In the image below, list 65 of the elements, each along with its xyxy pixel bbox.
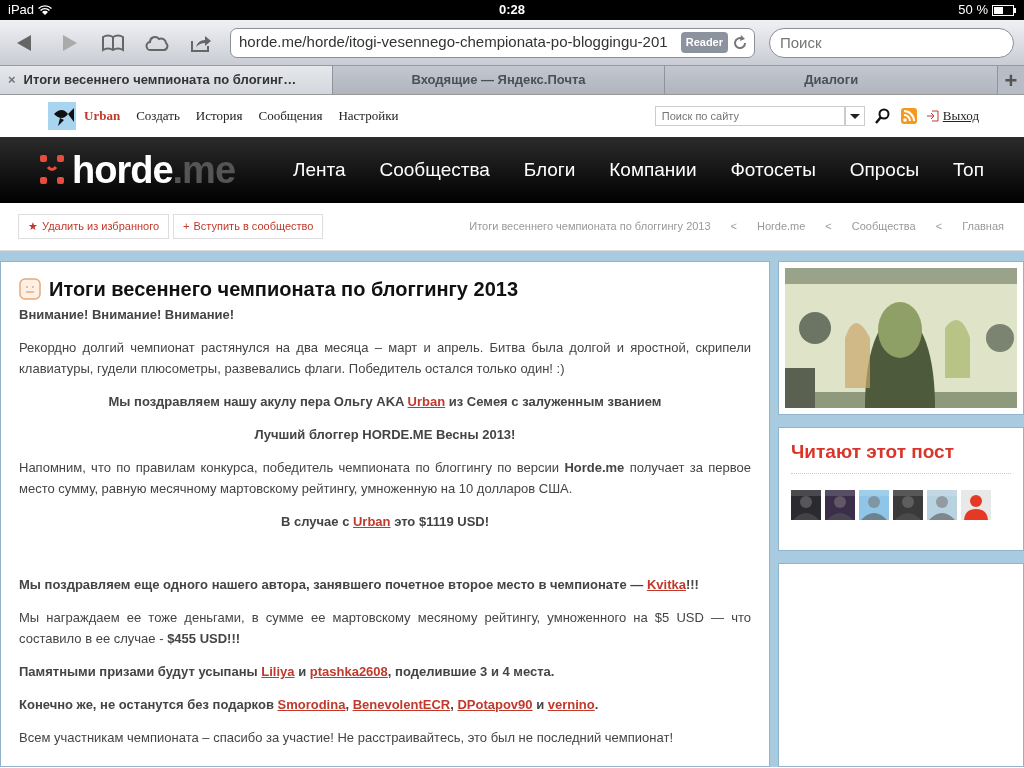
action-button[interactable]: + Вступить в сообщество xyxy=(173,214,324,239)
post-title: Итоги весеннего чемпионата по блоггингу 2013 xyxy=(49,278,518,300)
url-text: horde.me/horde/itogi-vesennego-chempionata-po-bloggingu-201 xyxy=(239,32,669,53)
breadcrumb-link[interactable]: Horde.me xyxy=(757,218,806,235)
menu-link[interactable]: Настройки xyxy=(338,106,399,126)
reader-button[interactable]: Reader xyxy=(680,32,728,53)
nav-link[interactable]: Блоги xyxy=(523,155,576,185)
paragraph: Всем участникам чемпионата – спасибо за участие! Не расстраивайтесь, это был не последний чемпионат! xyxy=(19,729,674,747)
user-link[interactable]: ptashka2608 xyxy=(309,664,388,679)
breadcrumb-link[interactable]: Итоги весеннего чемпионата по блоггингу 2013 xyxy=(469,218,711,235)
nav-link[interactable]: Топ xyxy=(952,155,984,185)
breadcrumb-separator: < xyxy=(935,219,943,235)
action-button[interactable]: ★ Удалить из избранного xyxy=(18,214,170,239)
user-link[interactable]: DPotapov90 xyxy=(457,697,533,712)
site-logo[interactable]: horde.me xyxy=(72,141,236,199)
readers-heading: Читают этот пост xyxy=(791,438,1011,474)
device-name: iPad xyxy=(8,1,35,20)
breadcrumb-separator: < xyxy=(825,219,832,235)
menu-link[interactable]: Создать xyxy=(136,106,180,126)
reload-icon[interactable] xyxy=(732,34,748,51)
paragraph: Мы поздравляем нашу акулу пера Ольгу AKA Urban из Семея с залуженным званием xyxy=(107,393,663,411)
paragraph: Памятными призами будут усыпаны Liliya и ptashka2608, поделившие 3 и 4 места. xyxy=(19,663,556,681)
clock: 0:28 xyxy=(498,1,526,20)
dropdown-icon[interactable] xyxy=(844,106,865,126)
nav-link[interactable]: Лента xyxy=(293,155,346,185)
paragraph: Конечно же, не останутся без подарков Smorodina, BenevolentECR, DPotapov90 и vernino. xyxy=(19,696,600,714)
paragraph: Внимание! Внимание! Внимание! xyxy=(19,306,236,324)
new-tab-button[interactable]: + xyxy=(998,62,1024,98)
paragraph: Мы награждаем ее тоже деньгами, в сумме ее мартовскому месяному рейтингу, умноженного на $5 USD — что составило в ее случае - $455 USD!!! xyxy=(19,609,751,648)
logout-link[interactable]: Выход xyxy=(942,106,979,126)
bookmarks-icon[interactable] xyxy=(101,32,125,53)
avatar-silhouette-icon[interactable] xyxy=(961,489,991,520)
breadcrumb-link[interactable]: Главная xyxy=(962,218,1004,235)
nav-link[interactable]: Компании xyxy=(609,155,697,185)
logout-icon[interactable] xyxy=(926,110,939,122)
logo-icon xyxy=(40,155,64,185)
paragraph: Мы поздравляем еще одного нашего автора, занявшего почетное второе место в чемпионате — Kvitka!!! xyxy=(19,576,700,594)
paragraph: В случае с Urban это $1119 USD! xyxy=(279,513,491,531)
search-icon[interactable] xyxy=(874,108,891,124)
user-link[interactable]: vernino xyxy=(547,697,595,712)
battery-percentage: 50 % xyxy=(958,1,988,20)
site-search-field[interactable]: Поиск по сайту xyxy=(654,106,845,126)
wifi-icon xyxy=(38,4,53,16)
user-link[interactable]: Liliya xyxy=(261,664,295,679)
nav-link[interactable]: Сообщества xyxy=(379,155,490,185)
search-field[interactable]: Поиск xyxy=(769,27,1014,58)
user-link[interactable]: Kvitka xyxy=(646,577,686,592)
menu-link[interactable]: История xyxy=(195,106,243,126)
battery-icon xyxy=(992,4,1016,16)
user-link[interactable]: Smorodina xyxy=(277,697,346,712)
menu-link[interactable]: Сообщения xyxy=(258,106,323,126)
paragraph: Лучший блоггер HORDE.ME Весны 2013! xyxy=(253,426,517,444)
close-button[interactable]: × xyxy=(8,70,16,90)
breadcrumb-separator: < xyxy=(730,219,738,235)
user-link[interactable]: Urban xyxy=(353,514,391,529)
smiley-icon xyxy=(19,278,41,300)
username-link[interactable]: Urban xyxy=(84,106,121,126)
fish-avatar-icon[interactable] xyxy=(48,102,76,130)
user-link[interactable]: Urban xyxy=(407,394,446,409)
paragraph: Напомним, что по правилам конкурса, победитель чемпионата по блоггингу по версии Horde.me получает за первое место сумму, равную месячному мартовскому рейтингу, умноженную на 10 долларов США. xyxy=(19,459,751,498)
tab-label[interactable]: Итоги весеннего чемпионата по блогинг… xyxy=(23,70,297,90)
nav-link[interactable]: Фотосеты xyxy=(730,155,816,185)
nav-link[interactable]: Опросы xyxy=(849,155,920,185)
breadcrumb-link[interactable]: Сообщества xyxy=(851,218,916,235)
paragraph: Рекордно долгий чемпионат растянулся на два месяца – март и апрель. Битва была долгой и яростной, скрипели клавиатуры, гудели плюсометры, развевались флаги. Победитель остался только один! :) xyxy=(19,339,751,378)
